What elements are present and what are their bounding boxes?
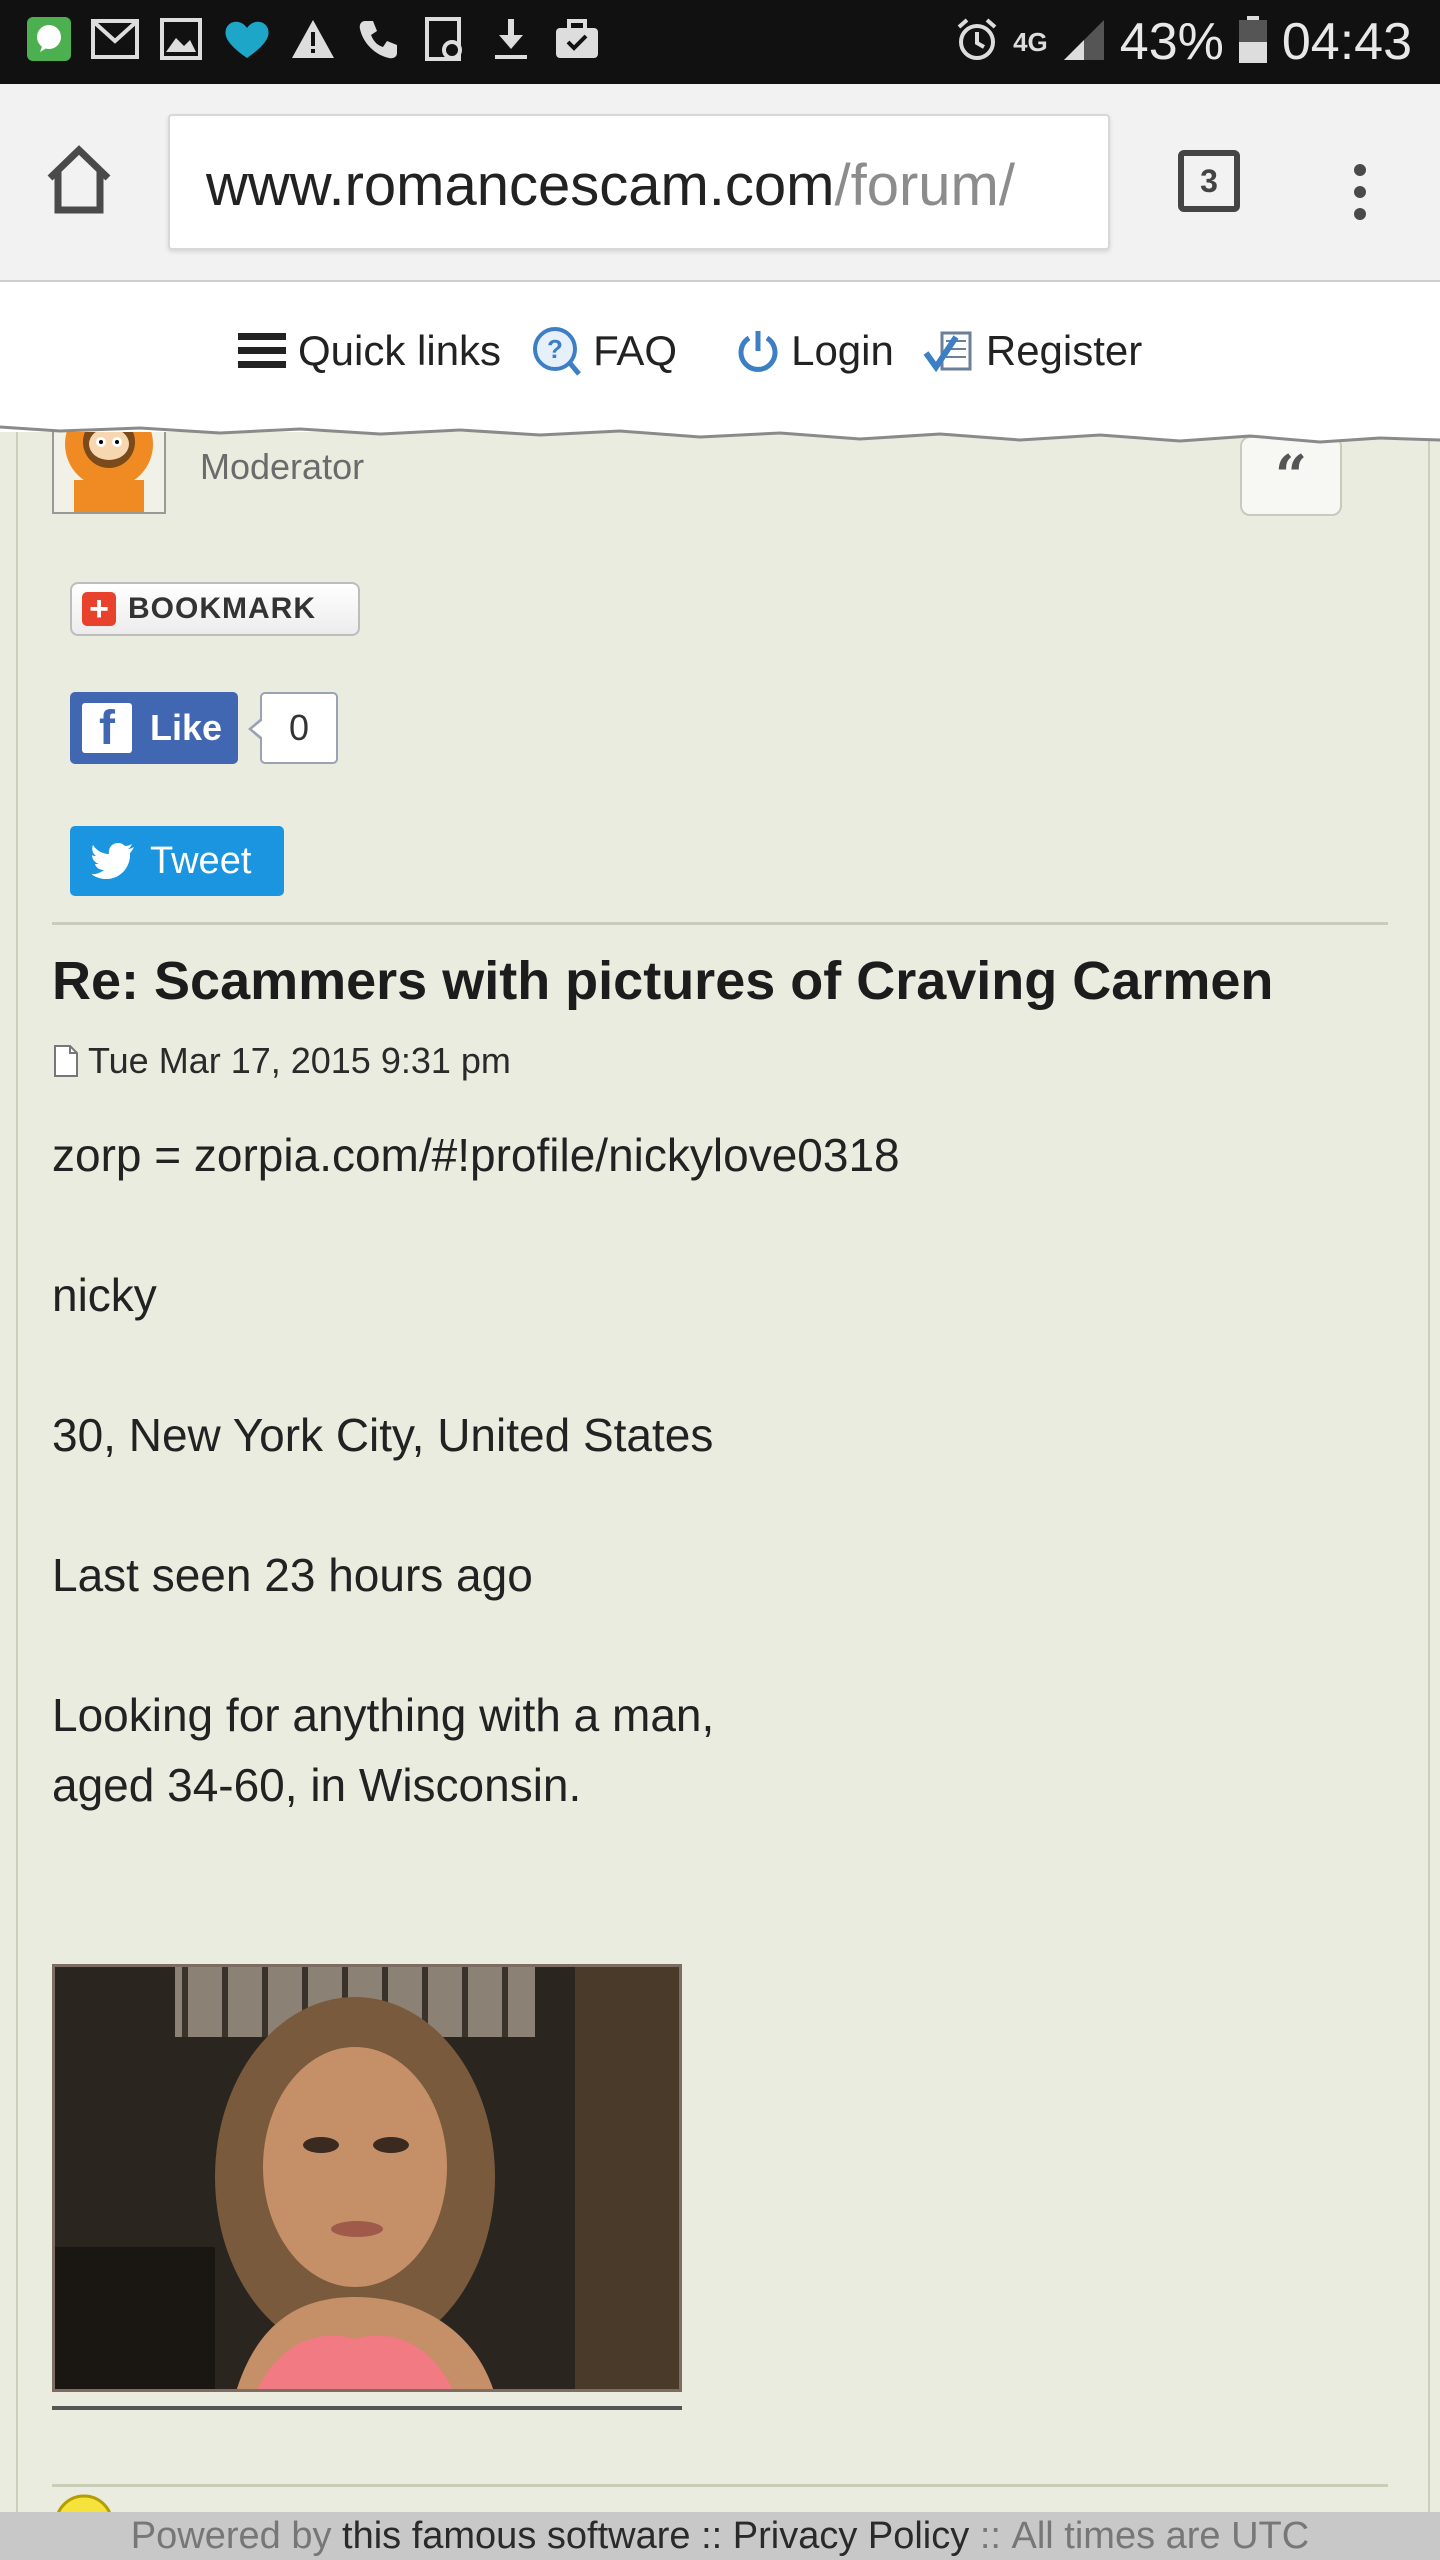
nav-quick-links[interactable]: Quick links	[236, 327, 501, 375]
image-underline	[52, 2406, 682, 2410]
overflow-menu-icon[interactable]	[1340, 152, 1380, 232]
hangouts-icon	[24, 14, 74, 64]
network-label: 4G	[1013, 26, 1048, 57]
gallery-icon	[156, 14, 206, 64]
faq-icon: ?	[533, 327, 581, 376]
nav-label: Quick links	[298, 327, 502, 374]
twitter-bird-icon	[92, 843, 134, 879]
screenshot-icon	[420, 14, 470, 64]
post-title[interactable]: Re: Scammers with pictures of Craving Ca…	[52, 950, 1273, 1012]
footer-software-link[interactable]: this famous software	[342, 2515, 690, 2558]
post-icon	[54, 1045, 78, 1077]
footer-powered-by: Powered by	[130, 2514, 332, 2557]
tweet-label: Tweet	[150, 839, 252, 882]
nav-login[interactable]: Login	[735, 327, 894, 375]
nav-register[interactable]: Register	[922, 327, 1142, 375]
post-line: 30, New York City, United States	[52, 1409, 714, 1461]
footer-separator: ::	[701, 2514, 723, 2557]
facebook-like-button[interactable]: f Like	[70, 692, 238, 764]
facebook-icon: f	[82, 703, 132, 753]
tweet-button[interactable]: Tweet	[70, 826, 284, 896]
bookmark-button[interactable]: + BOOKMARK	[70, 582, 360, 636]
briefcase-icon	[552, 14, 602, 64]
gmail-icon	[90, 14, 140, 64]
footer: Powered by this famous software :: Priva…	[0, 2512, 1440, 2560]
url-domain: www.romancescam.com	[206, 153, 835, 218]
tab-switcher-button[interactable]: 3	[1178, 150, 1240, 212]
post-date: Tue Mar 17, 2015 9:31 pm	[52, 1040, 511, 1082]
signal-icon	[1062, 18, 1106, 67]
footer-separator: ::	[979, 2514, 1001, 2557]
nav-faq[interactable]: ? FAQ	[529, 324, 677, 378]
home-icon[interactable]	[40, 140, 130, 230]
bookmark-label: BOOKMARK	[128, 592, 316, 625]
divider	[52, 922, 1388, 925]
post-line: Last seen 23 hours ago	[52, 1549, 533, 1601]
url-path: /forum/	[834, 153, 1015, 218]
heart-icon	[222, 14, 272, 64]
post-date-text: Tue Mar 17, 2015 9:31 pm	[88, 1040, 511, 1081]
status-bar: 4G 43% 04:43	[0, 0, 1440, 84]
footer-timezone: All times are UTC	[1011, 2514, 1310, 2557]
tab-count: 3	[1200, 162, 1218, 199]
divider	[52, 2484, 1388, 2487]
battery-percent: 43%	[1119, 13, 1224, 71]
battery-icon	[1238, 15, 1268, 69]
post-body: zorp = zorpia.com/#!profile/nickylove031…	[52, 1120, 900, 1820]
nav-label: Login	[791, 327, 894, 374]
hamburger-icon	[238, 333, 286, 368]
download-icon	[486, 14, 536, 64]
warning-icon	[288, 14, 338, 64]
post-line: zorp = zorpia.com/#!profile/nickylove031…	[52, 1129, 900, 1181]
phone-icon	[354, 14, 404, 64]
power-icon	[738, 331, 778, 372]
post-line: aged 34-60, in Wisconsin.	[52, 1759, 582, 1811]
browser-toolbar: www.romancescam.com/forum/ 3	[0, 84, 1440, 282]
post-line: nicky	[52, 1269, 157, 1321]
like-count: 0	[248, 692, 338, 764]
post-photo[interactable]	[52, 1964, 682, 2392]
clock: 04:43	[1281, 13, 1412, 71]
register-icon	[923, 331, 972, 373]
nav-label: FAQ	[593, 327, 678, 374]
post-line: Looking for anything with a man,	[52, 1689, 715, 1741]
torn-edge	[0, 400, 1440, 444]
svg-text:?: ?	[547, 334, 563, 364]
nav-label: Register	[985, 327, 1143, 374]
privacy-policy-link[interactable]: Privacy Policy	[733, 2515, 970, 2558]
plus-icon: +	[82, 592, 116, 626]
url-bar[interactable]: www.romancescam.com/forum/	[168, 114, 1110, 250]
like-label: Like	[150, 707, 223, 748]
alarm-icon	[955, 17, 999, 68]
